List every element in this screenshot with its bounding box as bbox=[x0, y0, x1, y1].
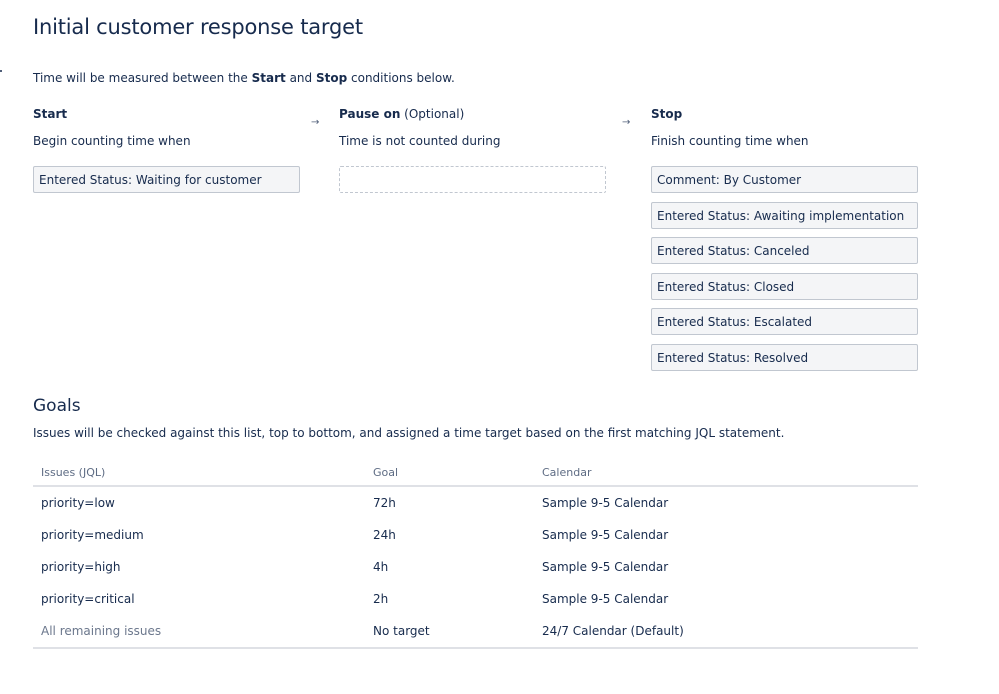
goals-title: Goals bbox=[33, 396, 81, 416]
goal-target: 4h bbox=[373, 560, 389, 574]
measurement-intro: Time will be measured between the Start … bbox=[33, 71, 455, 85]
start-column: Start Begin counting time when Entered S… bbox=[33, 107, 300, 202]
pause-subtitle: Time is not counted during bbox=[339, 134, 501, 148]
goal-calendar-remaining: 24/7 Calendar (Default) bbox=[542, 615, 918, 649]
stop-subtitle: Finish counting time when bbox=[651, 134, 809, 148]
start-subtitle: Begin counting time when bbox=[33, 134, 191, 148]
start-condition[interactable]: Entered Status: Waiting for customer bbox=[33, 166, 300, 193]
stop-condition[interactable]: Comment: By Customer bbox=[651, 166, 918, 193]
stop-condition[interactable]: Entered Status: Canceled bbox=[651, 237, 918, 264]
column-header-jql: Issues (JQL) bbox=[33, 459, 373, 487]
stop-column: Stop Finish counting time when Comment: … bbox=[651, 107, 918, 379]
page-title: Initial customer response target bbox=[33, 15, 363, 39]
goal-calendar: Sample 9-5 Calendar bbox=[542, 496, 669, 510]
goal-jql: priority=medium bbox=[41, 528, 144, 542]
intro-start-keyword: Start bbox=[251, 71, 286, 85]
goal-target-remaining: No target bbox=[373, 615, 542, 649]
column-header-calendar: Calendar bbox=[542, 459, 918, 487]
arrow-icon: → bbox=[311, 117, 320, 128]
stop-condition[interactable]: Entered Status: Escalated bbox=[651, 308, 918, 335]
start-heading: Start bbox=[33, 107, 68, 121]
table-row[interactable]: priority=low 72h Sample 9-5 Calendar bbox=[33, 486, 918, 519]
table-row[interactable]: priority=high 4h Sample 9-5 Calendar bbox=[33, 551, 918, 583]
goal-jql: priority=high bbox=[41, 560, 121, 574]
goal-calendar: Sample 9-5 Calendar bbox=[542, 592, 669, 606]
goal-calendar: Sample 9-5 Calendar bbox=[542, 528, 669, 542]
pause-heading: Pause on (Optional) bbox=[339, 107, 465, 121]
stop-heading: Stop bbox=[651, 107, 683, 121]
pause-column: Pause on (Optional) Time is not counted … bbox=[339, 107, 606, 193]
table-row-remaining[interactable]: All remaining issues No target 24/7 Cale… bbox=[33, 615, 918, 649]
intro-stop-keyword: Stop bbox=[315, 71, 348, 85]
goals-description: Issues will be checked against this list… bbox=[33, 426, 785, 440]
pause-condition-dropzone[interactable] bbox=[339, 166, 606, 193]
pause-optional: (Optional) bbox=[400, 107, 465, 121]
edge-marker bbox=[0, 70, 2, 72]
table-row[interactable]: priority=medium 24h Sample 9-5 Calendar bbox=[33, 519, 918, 551]
goal-jql: priority=low bbox=[41, 496, 115, 510]
stop-condition[interactable]: Entered Status: Resolved bbox=[651, 343, 918, 371]
goals-table-header: Issues (JQL) Goal Calendar bbox=[33, 459, 918, 487]
goal-jql-remaining: All remaining issues bbox=[33, 615, 373, 649]
arrow-icon: → bbox=[622, 117, 631, 128]
goal-target: 2h bbox=[373, 592, 389, 606]
column-header-goal: Goal bbox=[373, 459, 542, 487]
table-row[interactable]: priority=critical 2h Sample 9-5 Calendar bbox=[33, 583, 918, 615]
goals-table: Issues (JQL) Goal Calendar priority=low … bbox=[33, 459, 918, 649]
goal-jql: priority=critical bbox=[41, 592, 135, 606]
stop-condition[interactable]: Entered Status: Awaiting implementation bbox=[651, 201, 918, 229]
goal-calendar: Sample 9-5 Calendar bbox=[542, 560, 669, 574]
goal-target: 72h bbox=[373, 496, 396, 510]
stop-condition[interactable]: Entered Status: Closed bbox=[651, 272, 918, 300]
goal-target: 24h bbox=[373, 528, 396, 542]
